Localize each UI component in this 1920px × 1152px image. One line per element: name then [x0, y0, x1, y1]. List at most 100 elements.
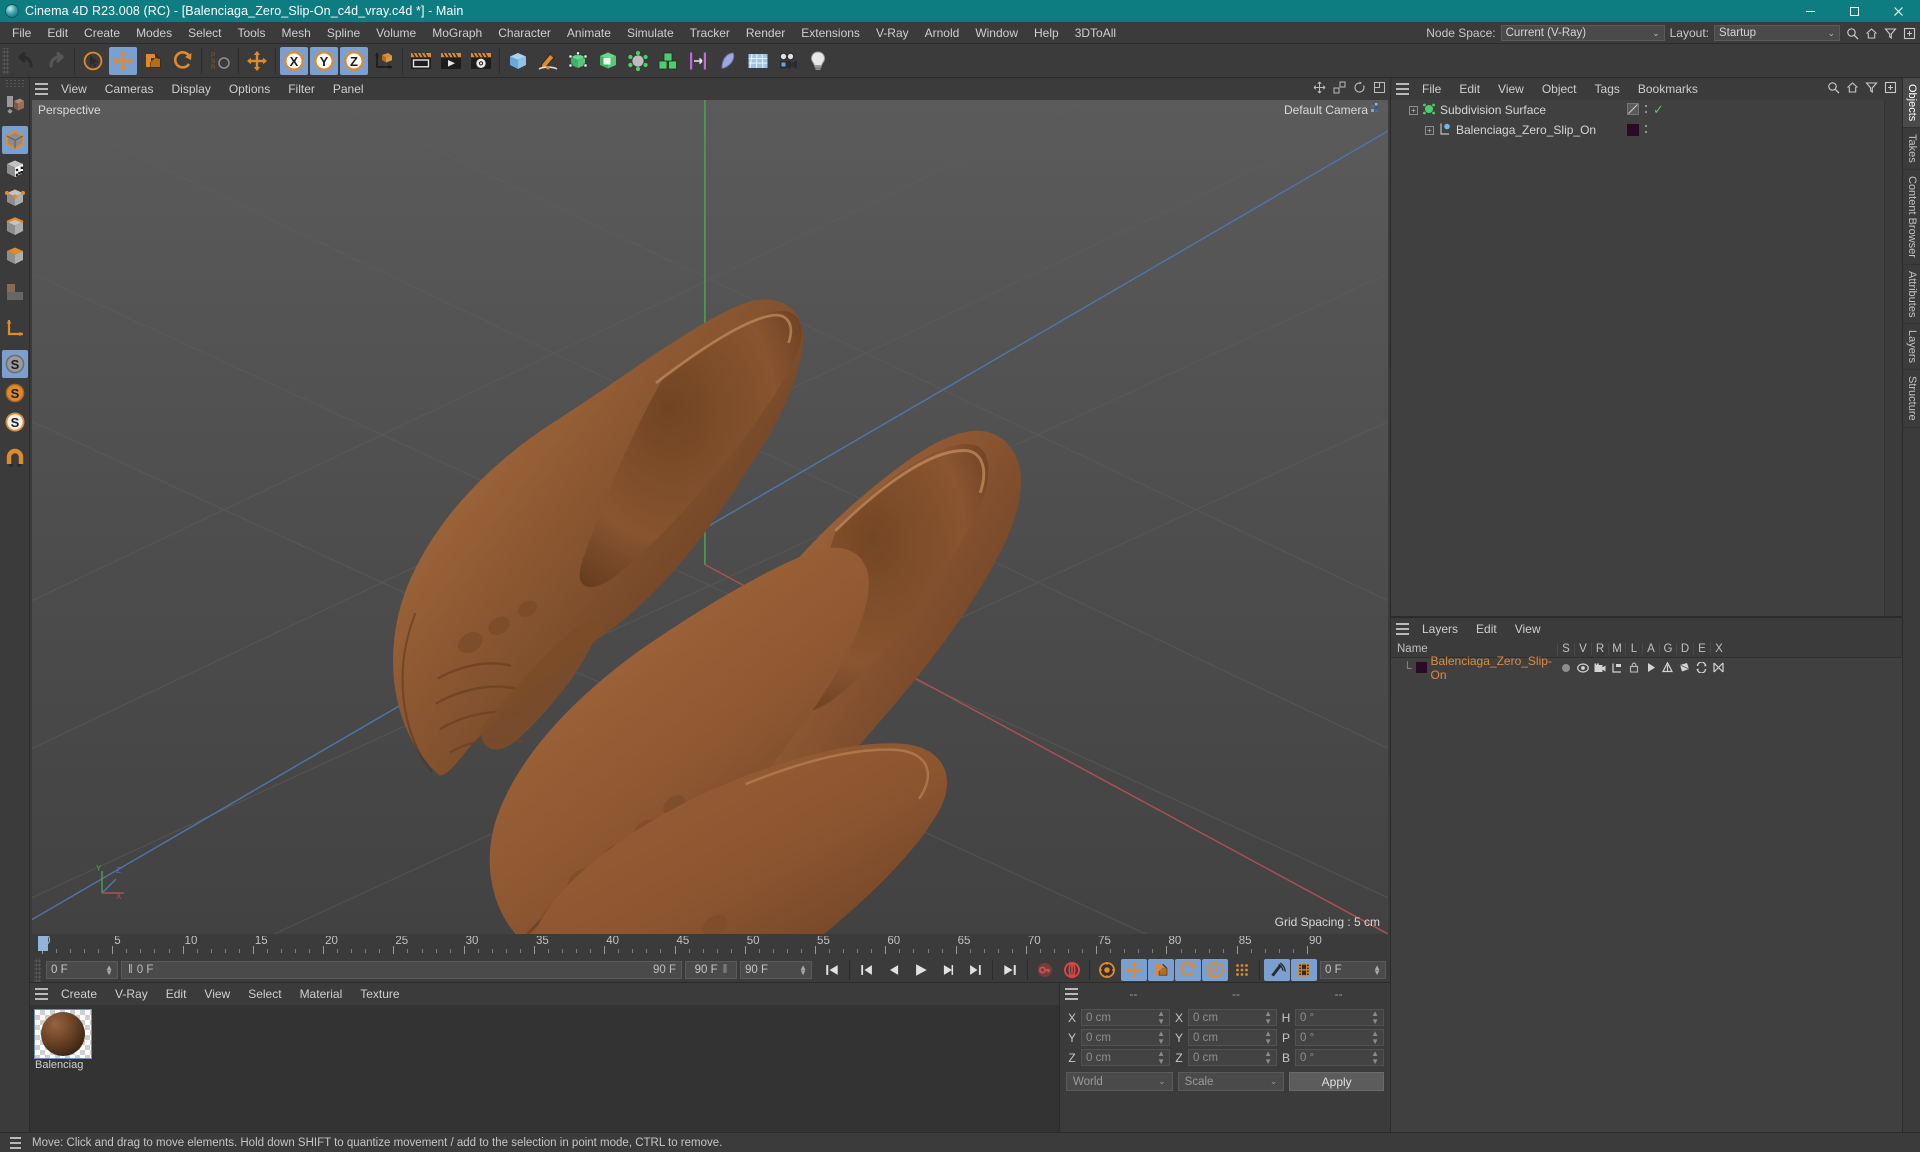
add-mograph-button[interactable]	[654, 47, 682, 75]
render-to-picture-viewer-button[interactable]	[437, 47, 465, 75]
material-thumbnail[interactable]	[34, 1009, 92, 1059]
menu-item-help[interactable]: Help	[1026, 22, 1067, 44]
apply-button[interactable]: Apply	[1289, 1072, 1385, 1091]
vtab-structure[interactable]: Structure	[1903, 370, 1920, 429]
menu-item-view[interactable]: View	[1489, 78, 1533, 100]
menu-item-cameras[interactable]: Cameras	[96, 78, 163, 100]
menu-item-arnold[interactable]: Arnold	[917, 22, 968, 44]
snap-settings-button[interactable]: S	[2, 379, 28, 407]
menu-item-3dtoall[interactable]: 3DToAll	[1067, 22, 1124, 44]
phong-tag-icon[interactable]	[1627, 102, 1639, 118]
vtab-content-browser[interactable]: Content Browser	[1903, 170, 1920, 265]
material-list[interactable]: Balenciag	[30, 1005, 1059, 1132]
menu-item-tools[interactable]: Tools	[229, 22, 273, 44]
end-frame-field[interactable]: 0 F ▲ ▼	[1320, 961, 1386, 979]
position-z-field[interactable]: 0 cm ▲ ▼	[1081, 1049, 1170, 1066]
menu-item-mesh[interactable]: Mesh	[273, 22, 318, 44]
vtab-attributes[interactable]: Attributes	[1903, 265, 1920, 325]
viewport-menu-icon[interactable]	[30, 78, 52, 100]
lock-icon[interactable]	[1625, 662, 1642, 673]
close-button[interactable]	[1876, 0, 1920, 22]
menu-item-layers[interactable]: Layers	[1413, 618, 1467, 640]
layer-list[interactable]: └ Balenciaga_Zero_Slip-On	[1391, 654, 1902, 1132]
scale-tool-button[interactable]	[139, 47, 167, 75]
menu-item-edit[interactable]: Edit	[39, 22, 76, 44]
live-selection-button[interactable]	[79, 47, 107, 75]
spinner-icon[interactable]: ▲ ▼	[1371, 1009, 1379, 1026]
menu-item-modes[interactable]: Modes	[128, 22, 180, 44]
record-active-objects-button[interactable]	[1032, 959, 1058, 981]
spinner-icon[interactable]: ▲ ▼	[1157, 1009, 1165, 1026]
manager-tree-icon[interactable]	[1608, 663, 1625, 673]
edges-mode-button[interactable]	[2, 213, 28, 241]
timeline-playhead[interactable]	[38, 936, 48, 951]
generator-icon[interactable]	[1659, 662, 1676, 673]
go-to-end-button[interactable]	[997, 959, 1023, 981]
viewport-3d[interactable]: Perspective Default Camera Grid Spacing …	[32, 100, 1388, 934]
vtab-objects[interactable]: Objects	[1903, 78, 1920, 129]
menu-item-animate[interactable]: Animate	[559, 22, 619, 44]
maximize-view-icon[interactable]	[1373, 81, 1386, 97]
add-cube-button[interactable]	[504, 47, 532, 75]
spinner-icon[interactable]: ▲ ▼	[1264, 1009, 1272, 1026]
palette-grip[interactable]	[3, 80, 26, 87]
home-icon[interactable]	[1864, 26, 1878, 40]
keyframe-selection-button[interactable]	[1094, 959, 1120, 981]
rotate-tool-button[interactable]	[169, 47, 197, 75]
search-icon[interactable]	[1845, 26, 1859, 40]
add-character-button[interactable]	[714, 47, 742, 75]
render-cam-icon[interactable]	[1591, 663, 1608, 673]
menu-item-mograph[interactable]: MoGraph	[424, 22, 490, 44]
lock-y-axis-button[interactable]: Y	[310, 46, 338, 75]
menu-item-filter[interactable]: Filter	[279, 78, 324, 100]
layout-select[interactable]: Startup ⌄	[1714, 25, 1840, 41]
move-view-icon[interactable]	[1313, 81, 1326, 97]
layer-row[interactable]: └ Balenciaga_Zero_Slip-On	[1391, 654, 1902, 682]
current-frame-field[interactable]: 0 F ▲ ▼	[46, 961, 118, 979]
workplane-button[interactable]	[2, 444, 28, 472]
undo-button[interactable]	[12, 47, 40, 75]
filter-icon[interactable]	[1865, 81, 1878, 97]
animate-play-icon[interactable]	[1642, 662, 1659, 673]
add-modeling-object-button[interactable]	[594, 47, 622, 75]
quantize-button[interactable]: S	[2, 408, 28, 436]
status-menu-icon[interactable]	[4, 1132, 26, 1152]
add-light-button[interactable]	[804, 47, 832, 75]
menu-item-simulate[interactable]: Simulate	[619, 22, 682, 44]
timeline-ruler[interactable]: 051015202530354045505560657075808590	[32, 936, 1388, 958]
axis-mode-button[interactable]	[2, 314, 28, 342]
next-frame-button[interactable]	[935, 959, 961, 981]
enable-snap-button[interactable]: S	[1, 350, 28, 378]
rotation-h-field[interactable]: 0 ° ▲ ▼	[1295, 1009, 1384, 1026]
point-level-animation-button[interactable]	[1229, 959, 1255, 981]
menu-item-volume[interactable]: Volume	[368, 22, 424, 44]
menu-item-material[interactable]: Material	[291, 983, 352, 1005]
timeline-grip[interactable]	[34, 957, 41, 983]
menu-item-extensions[interactable]: Extensions	[793, 22, 868, 44]
material-menu-icon[interactable]	[30, 983, 52, 1005]
psr-reset-button[interactable]: PSR	[206, 47, 234, 75]
range-end-field[interactable]: 90 F ‖	[685, 961, 737, 979]
add-icon[interactable]	[1884, 81, 1897, 97]
menu-item-bookmarks[interactable]: Bookmarks	[1629, 78, 1707, 100]
menu-item-options[interactable]: Options	[220, 78, 279, 100]
menu-item-view[interactable]: View	[1506, 618, 1550, 640]
menu-item-spline[interactable]: Spline	[319, 22, 368, 44]
menu-item-edit[interactable]: Edit	[157, 983, 196, 1005]
object-row-balenciaga[interactable]: + Balenciaga_Zero_Slip_On	[1391, 120, 1902, 140]
vtab-layers[interactable]: Layers	[1903, 324, 1920, 371]
render-settings-button[interactable]	[467, 47, 495, 75]
lock-z-axis-button[interactable]: Z	[340, 46, 368, 75]
polygons-mode-button[interactable]	[2, 242, 28, 270]
menu-item-window[interactable]: Window	[967, 22, 1026, 44]
menu-item-display[interactable]: Display	[162, 78, 219, 100]
menu-item-render[interactable]: Render	[738, 22, 793, 44]
uv-mode-button[interactable]	[2, 278, 28, 306]
render-view-button[interactable]	[407, 47, 435, 75]
menu-item-v-ray[interactable]: V-Ray	[868, 22, 917, 44]
lock-x-axis-button[interactable]: X	[280, 46, 308, 75]
material-item[interactable]: Balenciag	[34, 1009, 92, 1071]
menu-item-v-ray[interactable]: V-Ray	[106, 983, 157, 1005]
maximize-button[interactable]	[1832, 0, 1876, 22]
add-scene-object-button[interactable]	[744, 47, 772, 75]
